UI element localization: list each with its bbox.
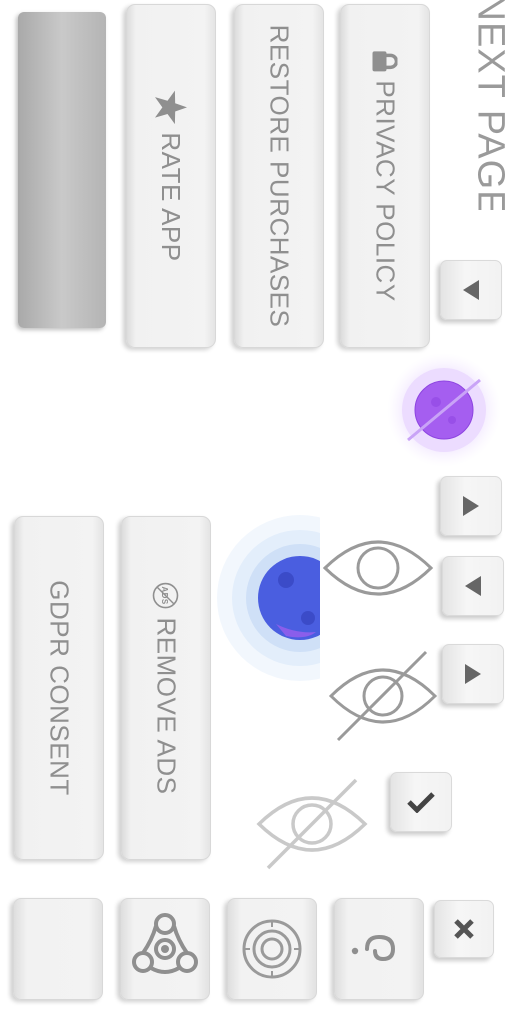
settings-button[interactable] <box>227 898 317 1000</box>
next-page-label: NEXT PAGE <box>469 0 512 210</box>
gray-bar <box>18 12 106 328</box>
no-ads-icon: ADS <box>153 582 179 609</box>
triangle-right-icon <box>463 496 479 516</box>
fidget-spinner-icon <box>132 913 198 974</box>
lock-icon <box>373 51 398 72</box>
next-button[interactable] <box>440 476 502 536</box>
checkmark-icon <box>407 792 435 813</box>
eye-off-icon[interactable] <box>326 648 440 744</box>
gdpr-consent-button[interactable]: GDPR CONSENT <box>14 516 104 860</box>
next-page-title: NEXT PAGE <box>468 0 512 210</box>
privacy-policy-button[interactable]: PRIVACY POLICY <box>340 4 430 348</box>
triangle-right-icon <box>465 664 481 684</box>
remove-ads-label: REMOVE ADS <box>151 617 182 795</box>
privacy-policy-label: PRIVACY POLICY <box>370 80 401 302</box>
blue-planet-icon[interactable] <box>216 514 320 682</box>
restore-purchases-label: RESTORE PURCHASES <box>264 24 295 328</box>
close-icon <box>454 919 474 939</box>
ads-badge-text: ADS <box>161 586 170 605</box>
rate-app-label: RATE APP <box>156 132 187 262</box>
next-button-2[interactable] <box>442 644 504 704</box>
rate-app-button[interactable]: RATE APP <box>126 4 216 348</box>
close-button[interactable] <box>434 900 494 958</box>
star-icon <box>155 90 187 125</box>
help-button[interactable] <box>334 898 424 1000</box>
prev-button-2[interactable] <box>442 556 504 616</box>
question-icon <box>351 934 396 962</box>
prev-button[interactable] <box>440 260 502 320</box>
eye-icon[interactable] <box>320 528 436 608</box>
blank-tile[interactable] <box>13 898 103 1000</box>
spinner-button[interactable] <box>120 898 210 1000</box>
triangle-left-icon <box>465 576 481 596</box>
restore-purchases-button[interactable]: RESTORE PURCHASES <box>234 4 324 348</box>
gdpr-consent-label: GDPR CONSENT <box>44 580 75 796</box>
remove-ads-button[interactable]: ADS REMOVE ADS <box>121 516 211 860</box>
purple-planet-icon[interactable] <box>386 352 502 468</box>
check-button[interactable] <box>390 772 452 832</box>
eye-off-icon-light[interactable] <box>254 776 370 872</box>
settings-icon <box>242 919 302 979</box>
triangle-left-icon <box>463 280 479 300</box>
